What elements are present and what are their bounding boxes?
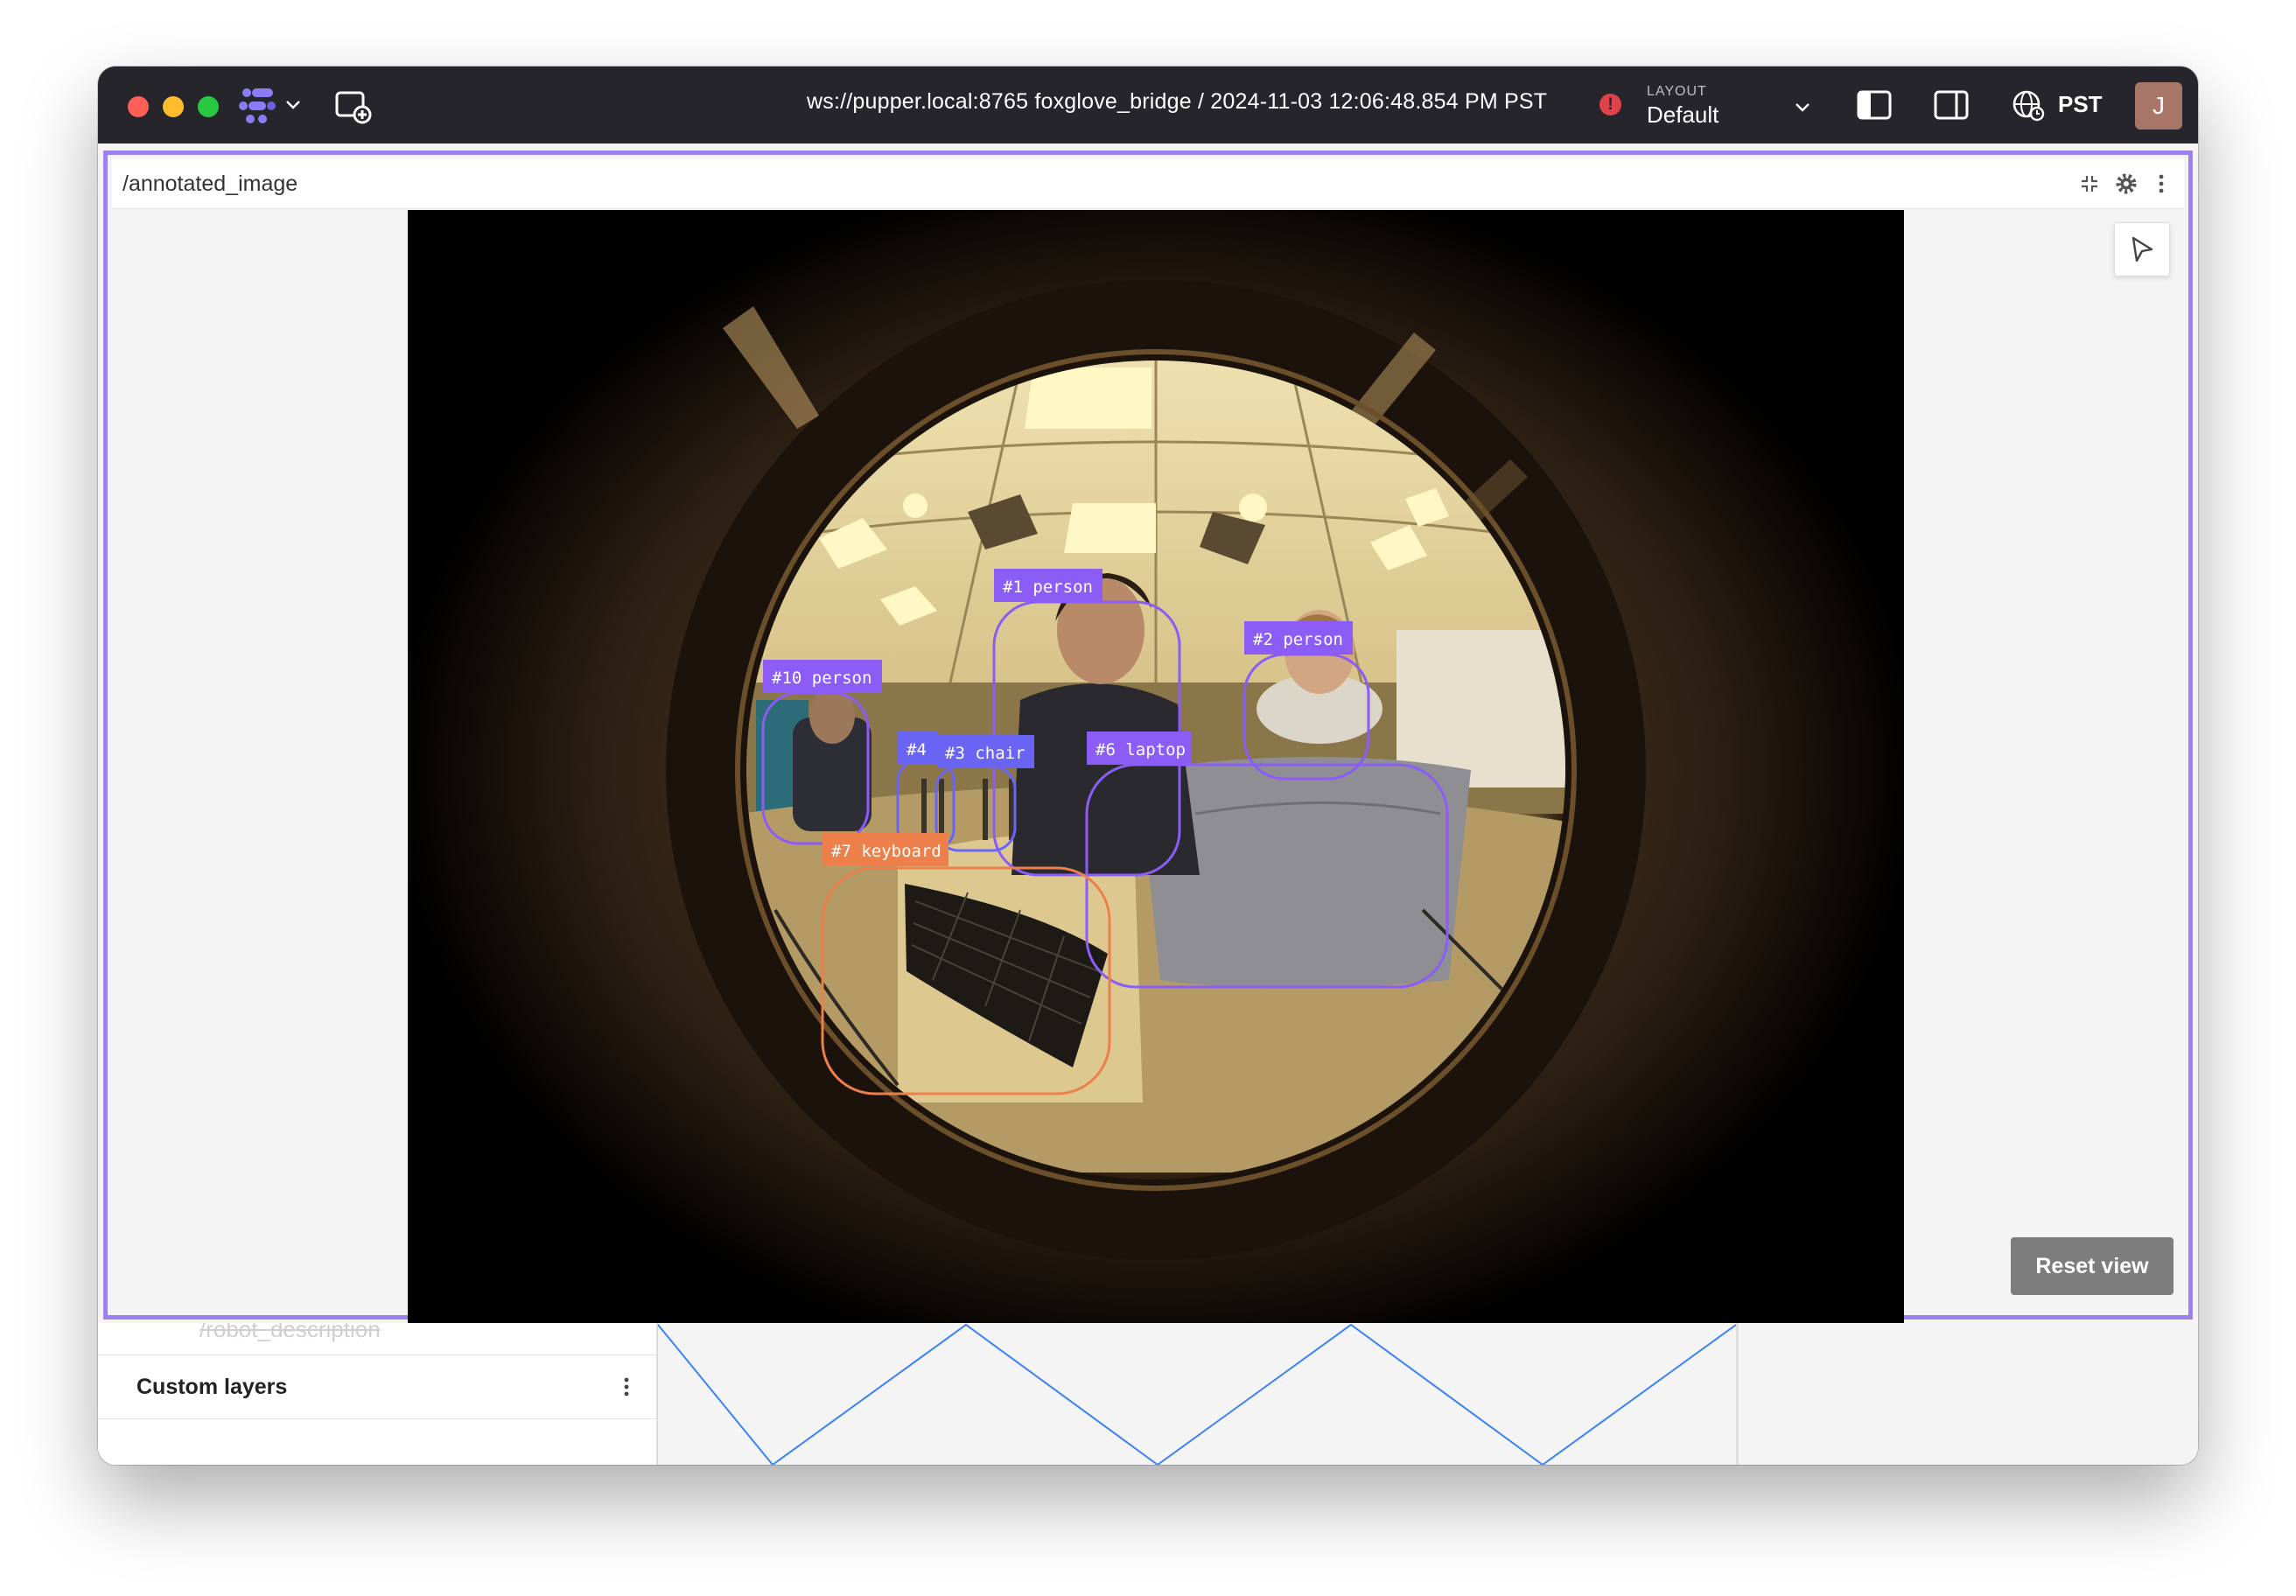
- plot-panel[interactable]: [657, 1323, 1737, 1465]
- detection-label: #1 person: [1003, 578, 1093, 597]
- detection-label: #6 laptop: [1096, 740, 1186, 760]
- layer-row-robot-description[interactable]: /robot_description: [98, 1323, 656, 1354]
- alert-circle-icon[interactable]: !: [1600, 94, 1621, 116]
- detection-label: #3 chair: [945, 744, 1026, 763]
- image-panel-body: /annotated_image #1 person #2 person #10…: [112, 159, 2184, 1325]
- timezone-label[interactable]: PST: [2058, 91, 2103, 118]
- fisheye-image-view: #1 person #2 person #10 person #4 #3 cha…: [408, 210, 1904, 1325]
- detection-label: #7 keyboard: [831, 842, 942, 861]
- layout-chevron-down-icon[interactable]: [1792, 96, 1813, 117]
- custom-layers-menu-icon[interactable]: [614, 1375, 639, 1399]
- right-sidebar-toggle-icon[interactable]: [1932, 89, 1970, 121]
- plot-line: [657, 1323, 1737, 1465]
- timezone-globe-icon[interactable]: [2011, 88, 2046, 122]
- image-panel: /annotated_image #1 person #2 person #10…: [103, 150, 2193, 1325]
- layout-label: LAYOUT: [1647, 84, 1707, 99]
- annotated-camera-image[interactable]: #1 person #2 person #10 person #4 #3 cha…: [408, 210, 1904, 1325]
- panel-menu-icon[interactable]: [2149, 172, 2174, 196]
- custom-layers-row[interactable]: Custom layers: [98, 1354, 656, 1419]
- chevron-down-icon[interactable]: [284, 94, 303, 114]
- select-tool-button[interactable]: [2114, 222, 2170, 276]
- layout-selector[interactable]: Default: [1647, 102, 1718, 129]
- collapse-panel-icon[interactable]: [2077, 172, 2102, 196]
- empty-panel: [1736, 1323, 2198, 1465]
- maximize-window-button[interactable]: [198, 96, 219, 117]
- close-window-button[interactable]: [128, 96, 149, 117]
- title-bar: ws://pupper.local:8765 foxglove_bridge /…: [98, 66, 2198, 144]
- detection-label: #4: [906, 740, 927, 760]
- custom-layers-label: Custom layers: [136, 1375, 288, 1399]
- layer-row-label: /robot_description: [200, 1323, 381, 1342]
- gear-icon[interactable]: [2114, 172, 2138, 196]
- connection-status: ws://pupper.local:8765 foxglove_bridge /…: [807, 89, 1548, 114]
- reset-view-button[interactable]: Reset view: [2011, 1237, 2174, 1295]
- user-avatar[interactable]: J: [2135, 82, 2182, 130]
- layers-sidebar: /robot_description Custom layers: [98, 1323, 658, 1465]
- left-sidebar-toggle-icon[interactable]: [1855, 89, 1894, 121]
- minimize-window-button[interactable]: [163, 96, 184, 117]
- new-window-icon[interactable]: [334, 88, 373, 126]
- detection-label: #2 person: [1253, 630, 1343, 649]
- pointer-icon: [2132, 236, 2153, 262]
- panel-header: /annotated_image: [112, 159, 2184, 209]
- app-window: ws://pupper.local:8765 foxglove_bridge /…: [98, 66, 2198, 1465]
- foxglove-logo-icon[interactable]: [238, 86, 278, 126]
- panel-title[interactable]: /annotated_image: [122, 172, 298, 197]
- detection-label: #10 person: [772, 668, 872, 688]
